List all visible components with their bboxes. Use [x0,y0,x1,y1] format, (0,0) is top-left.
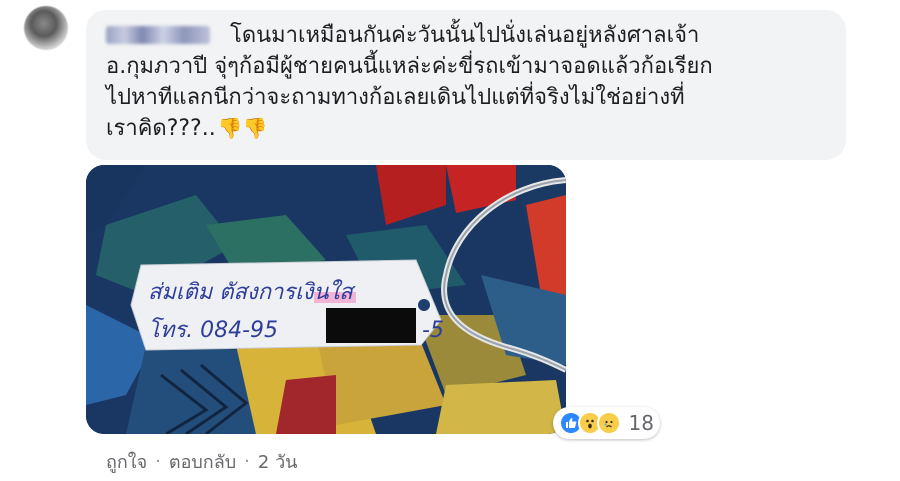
paper-note: ส่มเติม ตัสงการเงินใส โทร. 084-95 -5 [130,259,444,351]
reactions-summary[interactable]: 18 [553,407,660,439]
thumbs-down-emoji-icon: 👎👎 [217,116,268,140]
note-line-2: โทร. 084-95 [148,317,278,343]
comment-line-1: โดนมาเหมือนกันค่ะวันนั้นไปนั่งเล่นอยู่หล… [230,23,700,48]
like-action-link[interactable]: ถูกใจ [106,447,147,476]
comment-line-2: อ.กุมภวาปี จุ่ๆก้อมีผู้ชายคนนี้แหล่ะค่ะข… [106,54,713,79]
reply-action-link[interactable]: ตอบกลับ [169,447,236,476]
separator-dot: · [155,451,161,472]
commenter-avatar[interactable] [24,6,68,50]
separator-dot: · [244,451,250,472]
sad-icon [596,411,621,435]
comment-line-3: ไปหาทีแลกนีกว่าจะถามทางก้อเลยเดินไปแต่ที… [106,85,685,110]
comment-photo[interactable]: ส่มเติม ตัสงการเงินใส โทร. 084-95 -5 [86,165,566,434]
comment-text: โดนมาเหมือนกันค่ะวันนั้นไปนั่งเล่นอยู่หล… [106,20,826,144]
comment-line-4: เราคิด???.. [106,116,216,141]
redaction-box [326,308,416,343]
note-line-1: ส่มเติม ตัสงการเงินใส [148,279,356,305]
note-line-2-end: -5 [422,318,444,343]
comment-actions: ถูกใจ · ตอบกลับ · 2 วัน [106,447,297,476]
comment-timestamp[interactable]: 2 วัน [258,447,298,476]
reaction-count: 18 [628,411,654,435]
